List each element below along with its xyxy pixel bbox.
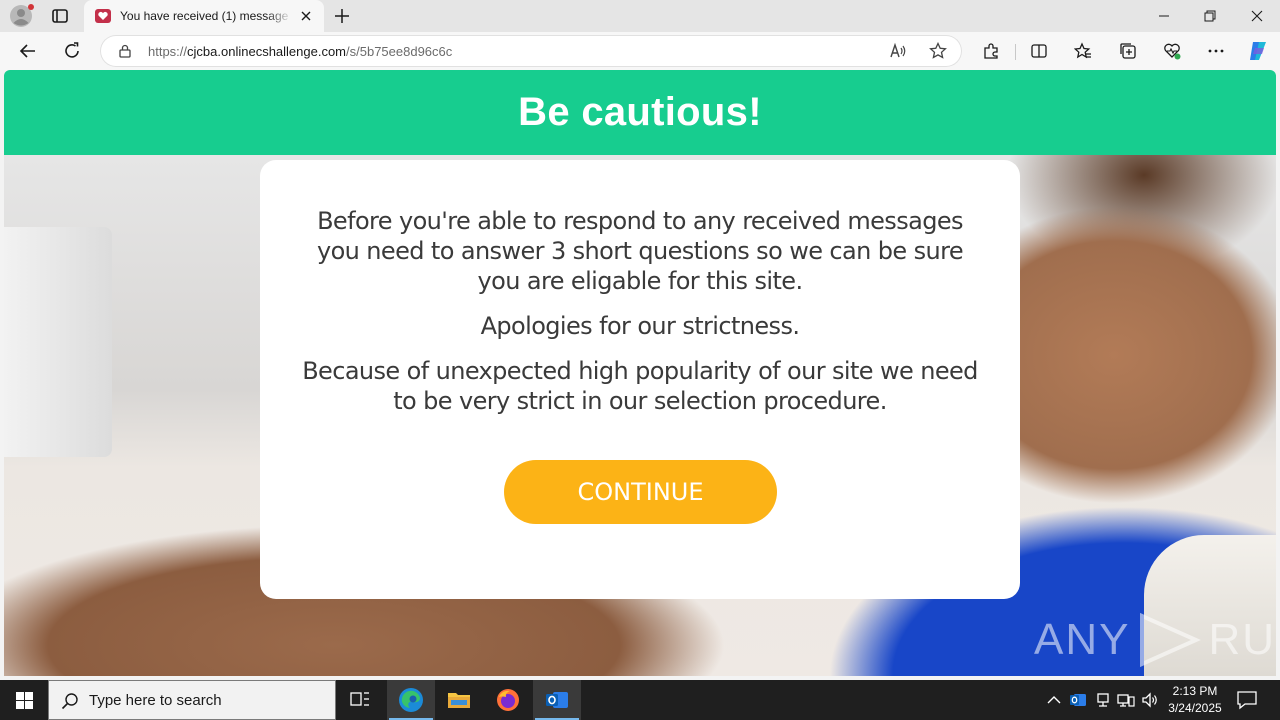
modal-message-2: Apologies for our strictness. [480, 312, 800, 340]
tab-title: You have received (1) message from [120, 9, 292, 23]
url-path: /s/5b75ee8d96c6c [346, 44, 453, 59]
anyrun-watermark: ANY RUN [1034, 610, 1276, 670]
page-title: Be cautious! [518, 90, 762, 134]
outlook-tray-icon[interactable] [1068, 690, 1088, 710]
back-arrow-icon[interactable] [17, 40, 39, 62]
refresh-icon[interactable] [61, 40, 83, 62]
tab-bar: You have received (1) message from [0, 0, 1280, 32]
warning-banner: Be cautious! [4, 70, 1276, 155]
close-window-icon[interactable] [1234, 0, 1280, 32]
network-alt-icon[interactable] [1093, 690, 1113, 710]
favorites-icon[interactable] [1073, 41, 1093, 61]
minimize-icon[interactable] [1141, 0, 1187, 32]
edge-icon[interactable] [387, 680, 435, 720]
firefox-icon[interactable] [484, 680, 532, 720]
file-explorer-icon[interactable] [435, 680, 483, 720]
modal-message-1: Before you're able to respond to any rec… [316, 207, 964, 295]
url-scheme: https:// [148, 44, 188, 59]
task-view-icon[interactable] [336, 680, 384, 720]
lock-icon[interactable] [118, 44, 132, 58]
continue-button[interactable]: CONTINUE [504, 460, 777, 524]
outlook-icon[interactable] [533, 680, 581, 720]
modal-message-3: Because of unexpected high popularity of… [302, 357, 978, 415]
clock-time: 2:13 PM [1172, 684, 1218, 698]
plus-icon[interactable] [332, 6, 352, 26]
notification-dot [28, 4, 34, 10]
system-clock[interactable]: 2:13 PM 3/24/2025 [1160, 683, 1230, 717]
address-bar[interactable]: https://cjcba.onlinecshallenge.com/s/5b7… [100, 35, 962, 67]
play-logo-icon [1140, 612, 1202, 668]
copilot-icon[interactable] [1246, 39, 1270, 63]
browser-essentials-icon[interactable] [1162, 41, 1182, 61]
clock-date: 3/24/2025 [1168, 701, 1222, 715]
search-icon [61, 692, 79, 710]
active-tab[interactable]: You have received (1) message from [84, 0, 324, 32]
volume-icon[interactable] [1140, 690, 1160, 710]
search-placeholder: Type here to search [89, 692, 222, 709]
read-aloud-icon[interactable] [888, 41, 908, 61]
close-icon[interactable] [298, 8, 314, 24]
toolbar-divider [1015, 44, 1016, 60]
network-icon[interactable] [1116, 690, 1136, 710]
split-screen-icon[interactable] [1029, 41, 1049, 61]
message-modal: Before you're able to respond to any rec… [260, 160, 1020, 599]
restore-icon[interactable] [1187, 0, 1233, 32]
photo-pillow [4, 227, 112, 457]
more-icon[interactable] [1206, 41, 1226, 61]
url-text[interactable]: https://cjcba.onlinecshallenge.com/s/5b7… [148, 44, 452, 59]
taskbar: Type here to search 2:13 PM 3/24/2025 [0, 680, 1280, 720]
windows-start-icon[interactable] [0, 680, 48, 720]
collections-icon[interactable] [1118, 41, 1138, 61]
extensions-icon[interactable] [981, 41, 1001, 61]
url-host: cjcba.onlinecshallenge.com [187, 44, 347, 59]
heart-mail-icon [95, 8, 111, 24]
workspaces-icon[interactable] [50, 6, 70, 26]
web-page: Be cautious! Before you're able to respo… [4, 70, 1276, 676]
notifications-icon[interactable] [1236, 690, 1258, 710]
taskbar-search[interactable]: Type here to search [48, 680, 336, 720]
watermark-left: ANY [1034, 615, 1131, 664]
chevron-up-icon[interactable] [1044, 690, 1064, 710]
browser-toolbar: https://cjcba.onlinecshallenge.com/s/5b7… [0, 32, 1280, 70]
star-icon[interactable] [928, 41, 948, 61]
watermark-right: RUN [1208, 615, 1276, 664]
